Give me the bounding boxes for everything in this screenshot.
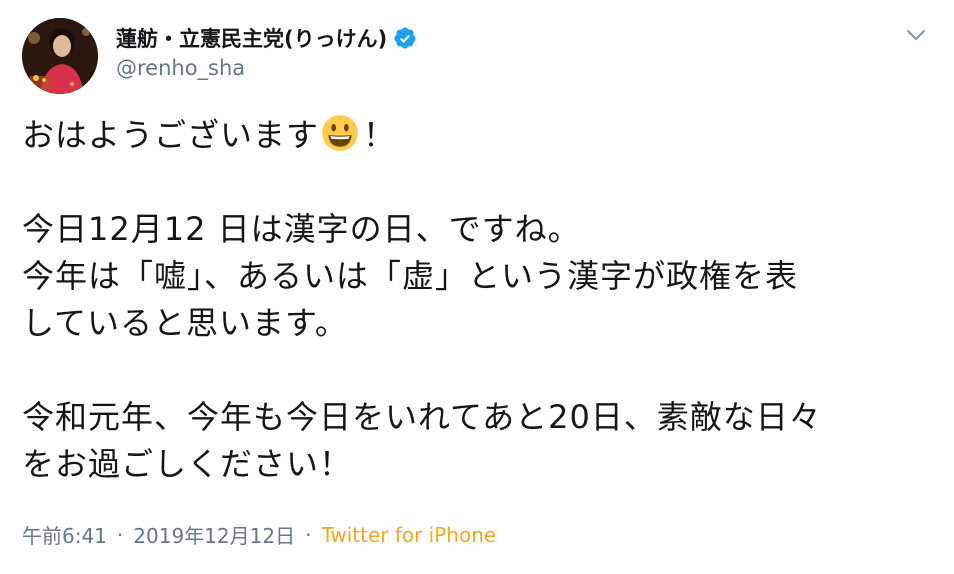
tweet-line: していると思います。 (22, 304, 348, 342)
tweet-line: をお過ごしください！ (22, 445, 353, 483)
author-display-name[interactable]: 蓮舫・立憲民主党(りっけん) (116, 23, 387, 53)
tweet-line: 今日12月12 日は漢字の日、ですね。 (22, 210, 581, 248)
tweet-source-link[interactable]: Twitter for iPhone (321, 523, 496, 547)
tweet-line: おはようございます ！ (22, 112, 932, 159)
avatar[interactable] (22, 18, 98, 94)
tweet-line-suffix: ！ (363, 116, 397, 154)
avatar-image (22, 18, 98, 94)
tweet-date[interactable]: 2019年12月12日 (133, 520, 295, 549)
meta-separator: · (116, 522, 124, 547)
chevron-down-icon[interactable] (904, 26, 928, 44)
smiling-face-emoji-icon (322, 115, 358, 151)
meta-separator: · (305, 522, 312, 547)
tweet-text: おはようございます ！ 今日12月12 日は漢字の日、ですね。 今年は「嘘」、あ… (22, 112, 932, 488)
tweet-line: 令和元年、今年も今日をいれてあと20日、素敵な日々 (22, 398, 822, 436)
author-handle[interactable]: @renho_sha (116, 56, 245, 80)
tweet-time[interactable]: 午前6:41 (22, 520, 107, 549)
tweet-line: 今年は「嘘」、あるいは「虚」という漢字が政権を表 (22, 257, 799, 295)
tweet-metadata: 午前6:41 · 2019年12月12日 · Twitter for iPhon… (22, 520, 496, 549)
tweet-card: 蓮舫・立憲民主党(りっけん) @renho_sha おはようございます ！ 今日… (0, 0, 954, 574)
author-name-row[interactable]: 蓮舫・立憲民主党(りっけん) (116, 22, 417, 54)
verified-badge-icon (394, 27, 416, 49)
tweet-line-text: おはようございます (22, 116, 320, 154)
